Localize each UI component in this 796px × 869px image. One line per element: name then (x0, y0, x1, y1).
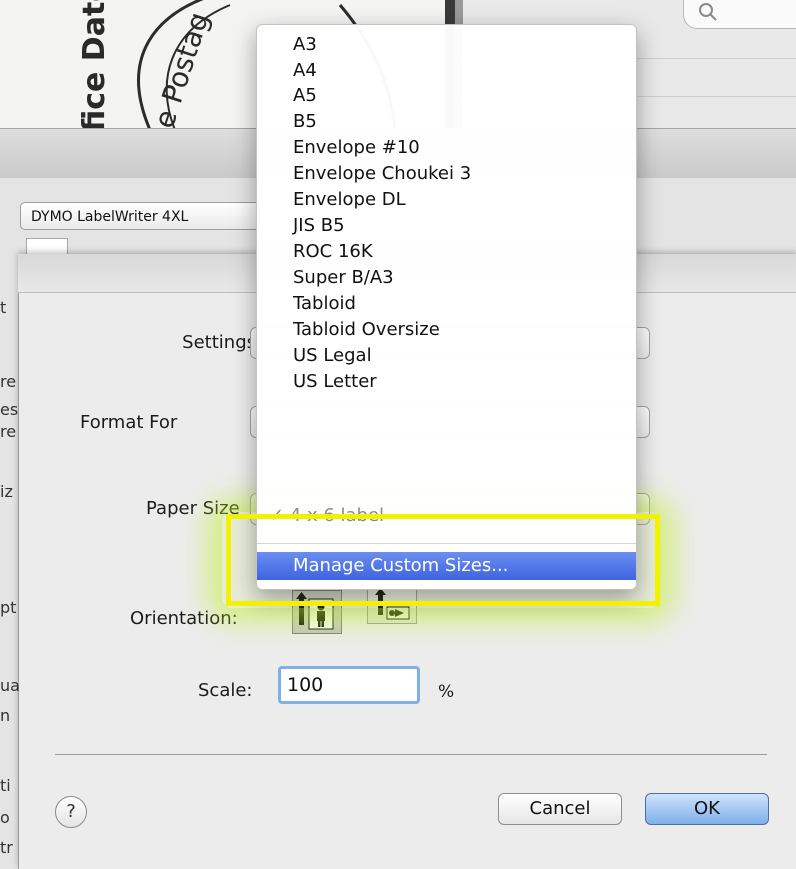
help-button[interactable]: ? (55, 796, 87, 828)
printer-popup[interactable]: DYMO LabelWriter 4XL (20, 202, 260, 230)
orientation-label: Orientation: (130, 608, 238, 629)
menu-item-a3[interactable]: A3 (293, 32, 317, 58)
settings-label: Settings (182, 332, 256, 353)
cancel-button[interactable]: Cancel (498, 793, 622, 825)
clipped-text: re (0, 422, 17, 441)
scale-input[interactable] (278, 666, 420, 704)
scale-unit: % (438, 682, 455, 702)
sheet-divider (55, 754, 767, 755)
menu-item-envelope-10[interactable]: Envelope #10 (293, 135, 420, 161)
clipped-text: re (0, 372, 17, 391)
clipped-text: pt (0, 598, 17, 617)
clipped-text: o (0, 808, 10, 827)
menu-item-envelope-choukei-3[interactable]: Envelope Choukei 3 (293, 161, 471, 187)
menu-item-envelope-dl[interactable]: Envelope DL (293, 187, 406, 213)
menu-item-super-b-a3[interactable]: Super B/A3 (293, 265, 394, 291)
clipped-text: t (0, 298, 7, 317)
menu-item-us-legal[interactable]: US Legal (293, 343, 372, 369)
ok-button[interactable]: OK (645, 793, 769, 825)
search-icon (699, 3, 717, 21)
menu-item-tabloid-oversize[interactable]: Tabloid Oversize (293, 317, 440, 343)
menu-item-a5[interactable]: A5 (293, 83, 317, 109)
scale-label: Scale: (198, 680, 253, 701)
stamp-text-line-1: fice Date (77, 0, 112, 132)
format-for-label: Format For (80, 412, 178, 433)
clipped-text: es (0, 400, 19, 419)
menu-item-tabloid[interactable]: Tabloid (293, 291, 356, 317)
menu-item-roc-16k[interactable]: ROC 16K (293, 239, 373, 265)
menu-item-b5[interactable]: B5 (293, 109, 317, 135)
clipped-text: ti (0, 776, 11, 795)
annotation-highlight-box (226, 514, 660, 606)
clipped-text: ua (0, 676, 20, 695)
clipped-text: tr (0, 838, 13, 857)
paper-size-menu: A3 A4 A5 B5 Envelope #10 Envelope Chouke… (256, 24, 637, 590)
menu-item-us-letter[interactable]: US Letter (293, 369, 377, 395)
menu-item-a4[interactable]: A4 (293, 58, 317, 84)
clipped-text: n (0, 706, 11, 725)
clipped-text: iz (0, 482, 13, 501)
menu-item-jis-b5[interactable]: JIS B5 (293, 213, 345, 239)
